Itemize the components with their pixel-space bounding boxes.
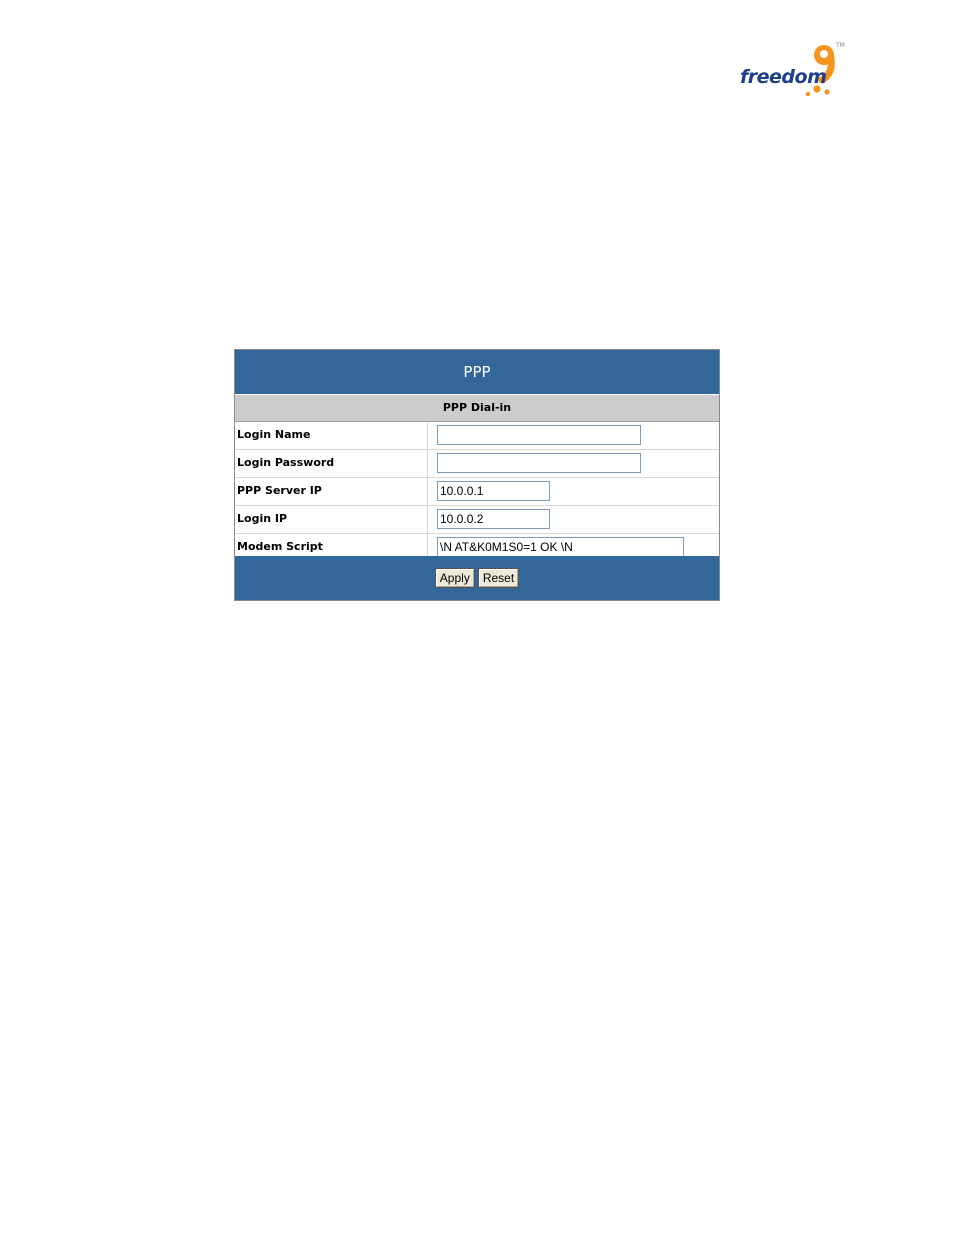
panel-footer: Apply Reset: [235, 556, 719, 600]
login-ip-label: Login IP: [235, 506, 428, 533]
login-ip-input[interactable]: [437, 509, 550, 529]
form-row-login-ip: Login IP: [235, 506, 719, 534]
logo-trademark: TM: [836, 42, 845, 49]
logo-wordmark: freedom: [740, 66, 827, 88]
freedom9-logo: freedom TM: [738, 40, 848, 100]
form-row-ppp-server-ip: PPP Server IP: [235, 478, 719, 506]
ppp-server-ip-input[interactable]: [437, 481, 550, 501]
login-name-input[interactable]: [437, 425, 641, 445]
panel-title: PPP: [235, 350, 719, 394]
form-row-login-name: Login Name: [235, 422, 719, 450]
ppp-server-ip-label: PPP Server IP: [235, 478, 428, 505]
login-name-label: Login Name: [235, 422, 428, 449]
form-row-login-password: Login Password: [235, 450, 719, 478]
login-password-input[interactable]: [437, 453, 641, 473]
login-password-label: Login Password: [235, 450, 428, 477]
modem-script-input[interactable]: [437, 537, 684, 557]
ppp-panel: PPP PPP Dial-in Login Name Login Passwor…: [234, 349, 720, 601]
apply-button[interactable]: Apply: [434, 568, 475, 588]
reset-button[interactable]: Reset: [477, 568, 520, 588]
section-title: PPP Dial-in: [235, 394, 719, 422]
